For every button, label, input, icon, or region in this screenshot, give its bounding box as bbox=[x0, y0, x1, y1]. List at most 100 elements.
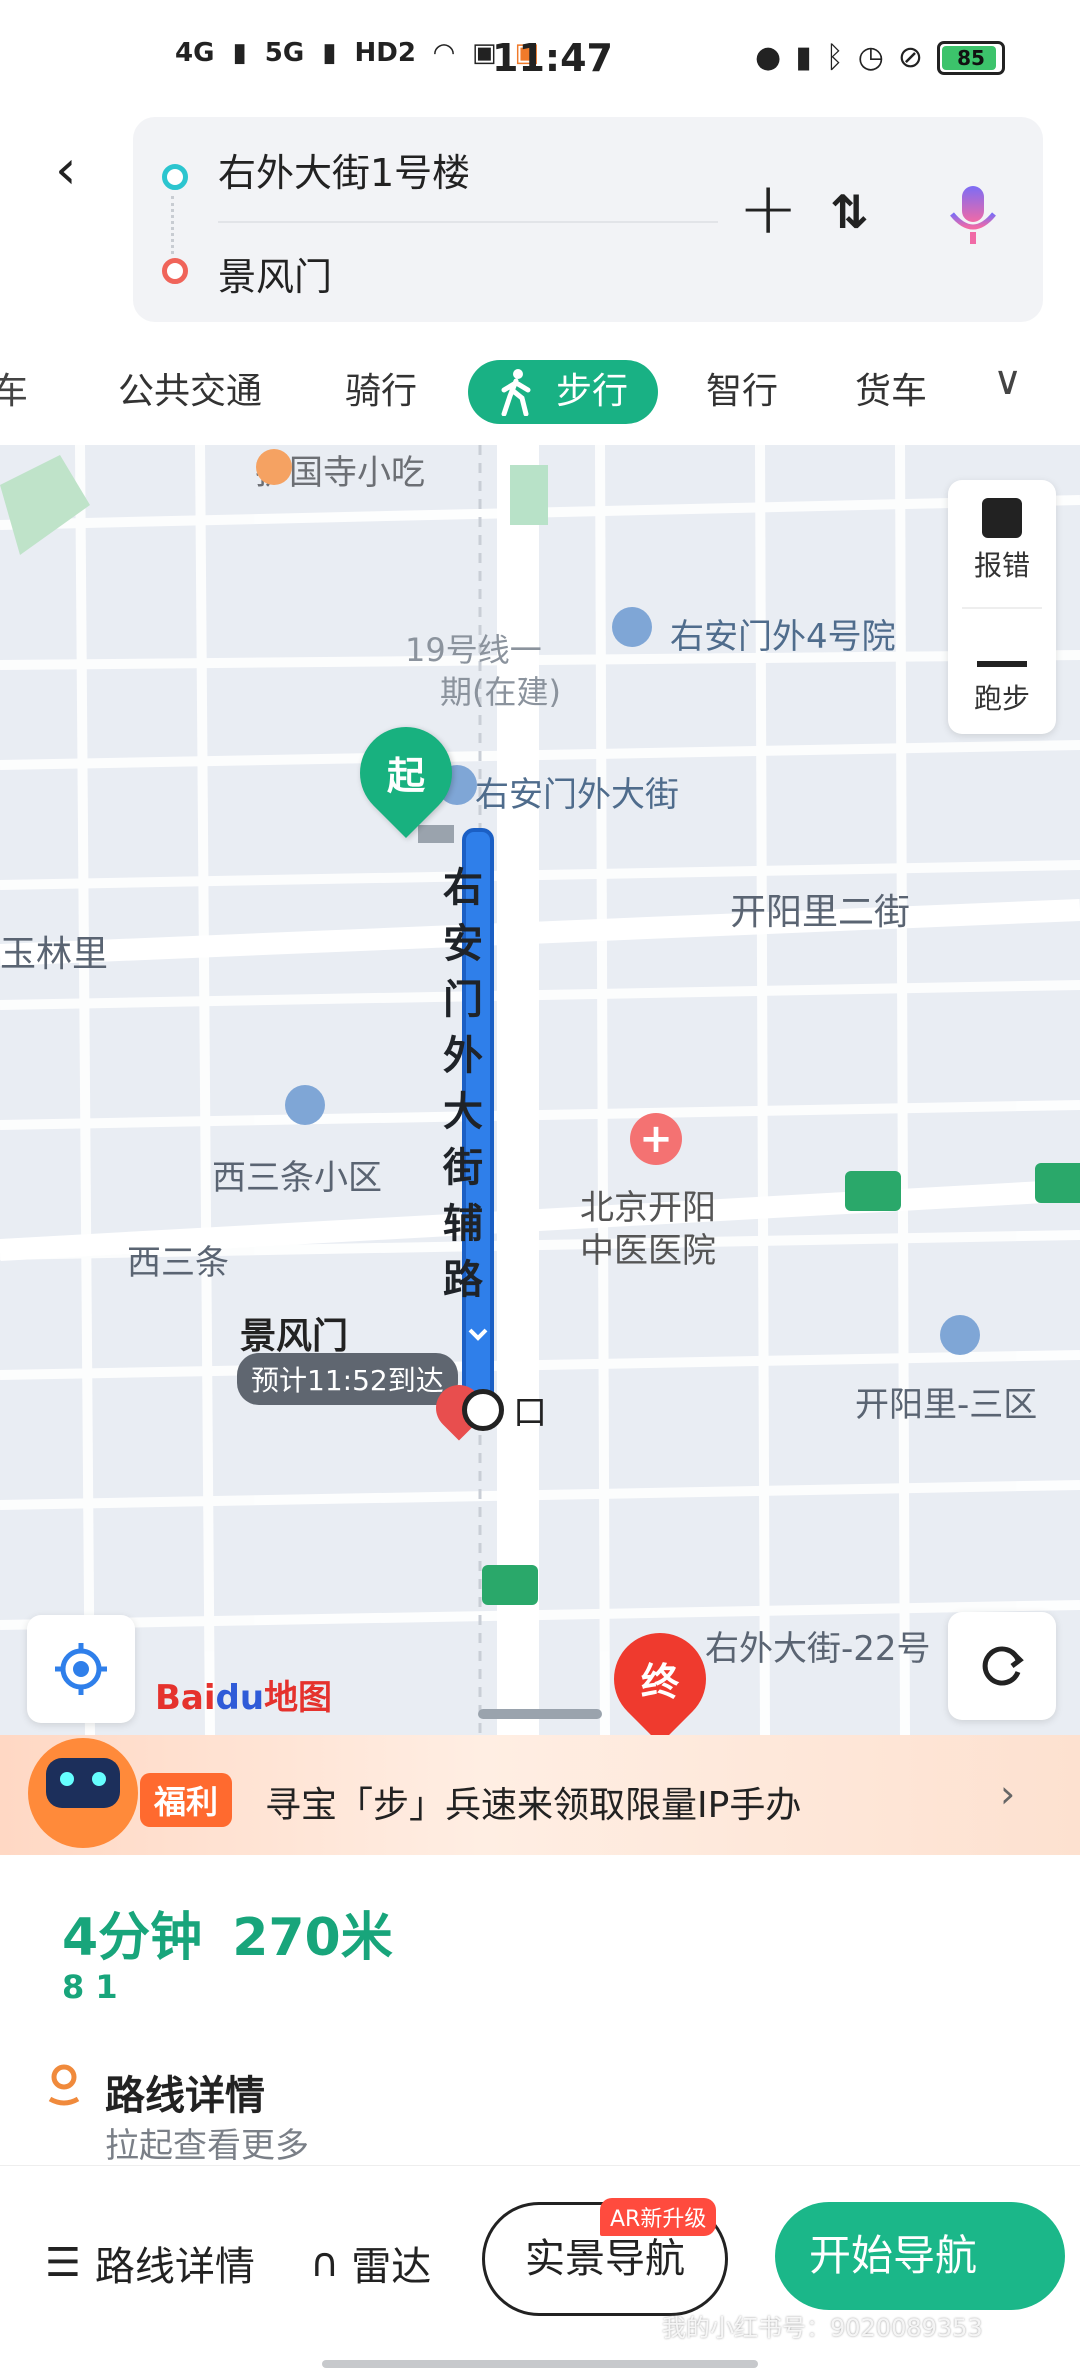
area-label: 玉林里 bbox=[0, 934, 109, 975]
start-navigation-button[interactable]: 开始导航 bbox=[775, 2202, 1065, 2310]
building-poi-icon bbox=[285, 1085, 325, 1125]
back-chevron-icon[interactable]: ‹ bbox=[55, 140, 115, 200]
end-location-field[interactable]: 景风门 bbox=[218, 246, 332, 301]
traffic-light-count: 8 1 bbox=[62, 1968, 118, 2006]
end-dot-icon bbox=[162, 258, 188, 284]
signal-icon: ▮ bbox=[322, 38, 337, 68]
walk-icon bbox=[501, 369, 531, 416]
route-connector bbox=[171, 196, 176, 254]
tab-transit[interactable]: 公共交通 bbox=[118, 360, 262, 424]
shoe-icon bbox=[977, 631, 1027, 667]
start-dot-icon bbox=[162, 164, 188, 190]
route-summary: 4分钟 270米 bbox=[62, 1895, 393, 1970]
status-bar: 4G ▮ 5G ▮ HD2 ◠ ▣ ▣ 11:47 ● ▮ ᛒ ◷ ⊘ 85 bbox=[0, 0, 1080, 120]
report-error-label: 报错 bbox=[973, 549, 1030, 582]
signal-icon: ▮ bbox=[232, 38, 247, 68]
travel-mode-tabs: 车 公共交通 骑行 步行 智行 货车 ∨ bbox=[0, 340, 1080, 440]
bus-stop-icon[interactable] bbox=[482, 1565, 538, 1605]
area-label[interactable]: 开阳里-三区 bbox=[855, 1377, 1037, 1426]
distance: 270米 bbox=[232, 1908, 393, 1968]
tab-bike[interactable]: 骑行 bbox=[345, 360, 417, 424]
ar-upgrade-badge: AR新升级 bbox=[600, 2198, 717, 2236]
mic-status-icon: ▮ bbox=[795, 40, 812, 75]
list-icon: ☰ bbox=[45, 2240, 81, 2286]
radar-button[interactable]: ∩ 雷达 bbox=[310, 2234, 431, 2292]
alarm-icon: ◷ bbox=[857, 40, 884, 75]
tab-car[interactable]: 车 bbox=[0, 360, 28, 424]
tab-smart[interactable]: 智行 bbox=[706, 360, 778, 424]
radar-icon: ∩ bbox=[310, 2240, 340, 2286]
route-detail-title[interactable]: 路线详情 bbox=[105, 2063, 265, 2121]
metro-line-label-2: 期(在建) bbox=[440, 673, 561, 711]
network-5g-label: 5G bbox=[264, 38, 305, 68]
sheet-drag-handle[interactable] bbox=[478, 1709, 602, 1719]
poi-label: 口 bbox=[513, 1393, 547, 1433]
wifi-icon: ◠ bbox=[433, 38, 454, 68]
run-button[interactable]: 跑步 bbox=[948, 625, 1056, 717]
poi-label[interactable]: 右安门外4号院 bbox=[670, 609, 896, 658]
add-waypoint-icon[interactable]: + bbox=[738, 172, 798, 244]
tab-walk[interactable]: 步行 bbox=[468, 360, 659, 424]
building-poi-icon bbox=[940, 1315, 980, 1355]
bus-stop-icon[interactable] bbox=[845, 1171, 901, 1211]
route-detail-hint: 拉起查看更多 bbox=[105, 2126, 309, 2166]
metro-line-label: 19号线一 bbox=[405, 631, 542, 669]
food-poi-icon bbox=[256, 449, 292, 485]
destination-label: 景风门 bbox=[240, 1316, 349, 1357]
edit-icon bbox=[982, 498, 1022, 538]
road-label: 西三条 bbox=[127, 1243, 229, 1283]
locate-button[interactable] bbox=[27, 1615, 135, 1723]
swap-route-icon[interactable]: ⇅ bbox=[830, 185, 869, 239]
chevron-right-icon[interactable]: › bbox=[1000, 1772, 1015, 1816]
start-marker-label: 起 bbox=[386, 754, 425, 798]
system-indicators: ● ▮ ᛒ ◷ ⊘ 85 bbox=[755, 40, 1006, 75]
bluetooth-icon: ᛒ bbox=[825, 40, 844, 75]
watermark: 我的小红书号：9020089353 bbox=[662, 2314, 983, 2342]
building-poi-icon bbox=[612, 607, 652, 647]
mascot-robot-icon bbox=[28, 1738, 138, 1848]
eta-tooltip: 预计11:52到达 bbox=[237, 1353, 458, 1405]
field-divider bbox=[218, 221, 718, 223]
traffic-light-value: 1 bbox=[95, 1968, 118, 2006]
end-marker-label: 终 bbox=[640, 1660, 679, 1704]
destination-point-icon bbox=[462, 1389, 504, 1431]
duration: 4分钟 bbox=[62, 1908, 203, 1968]
network-4g-label: 4G bbox=[175, 38, 215, 68]
locate-icon bbox=[55, 1643, 107, 1695]
road-label: 开阳里二街 bbox=[730, 892, 911, 933]
route-road-label: 右安门外大街辅路 bbox=[443, 865, 483, 1303]
route-pin-icon bbox=[46, 2063, 82, 2111]
location-icon: ● bbox=[755, 40, 782, 75]
home-indicator[interactable] bbox=[322, 2360, 758, 2368]
tab-truck[interactable]: 货车 bbox=[855, 360, 927, 424]
traffic-light-icon: 8 bbox=[62, 1968, 85, 2006]
hospital-icon: + bbox=[630, 1113, 682, 1165]
refresh-icon bbox=[982, 1646, 1024, 1686]
poi-label[interactable]: 右安门外大街 bbox=[475, 767, 679, 816]
hospital-label[interactable]: 北京开阳 bbox=[580, 1180, 716, 1229]
hospital-label-2[interactable]: 中医医院 bbox=[580, 1223, 716, 1272]
hd-label: HD2 bbox=[354, 38, 416, 68]
baidu-map-logo: Baidu地图 bbox=[155, 1678, 333, 1718]
signal-indicators: 4G ▮ 5G ▮ HD2 ◠ ▣ ▣ bbox=[175, 38, 539, 68]
more-modes-chevron-icon[interactable]: ∨ bbox=[993, 358, 1022, 404]
promo-badge: 福利 bbox=[140, 1773, 233, 1827]
start-location-field[interactable]: 右外大街1号楼 bbox=[218, 142, 470, 197]
report-error-button[interactable]: 报错 bbox=[948, 498, 1056, 584]
voice-input-icon[interactable] bbox=[938, 180, 1008, 250]
status-time: 11:47 bbox=[492, 36, 613, 80]
promo-text: 寻宝「步」兵速来领取限量IP手办 bbox=[265, 1785, 802, 1826]
map-tools-card: 报错 跑步 bbox=[948, 480, 1056, 734]
route-detail-button[interactable]: ☰ 路线详情 bbox=[45, 2234, 255, 2292]
mute-icon: ⊘ bbox=[897, 40, 924, 75]
tab-walk-label: 步行 bbox=[556, 371, 629, 412]
map-view[interactable]: 护国寺小吃 19号线一 期(在建) 右安门外4号院 右安门外大街 起 右安门外大… bbox=[0, 445, 1080, 1735]
area-label[interactable]: 西三条小区 bbox=[212, 1150, 382, 1199]
refresh-route-button[interactable] bbox=[948, 1612, 1056, 1720]
route-detail-label: 路线详情 bbox=[94, 2244, 255, 2290]
battery-level: 85 bbox=[957, 45, 985, 70]
poi-label[interactable]: 右外大街-22号 bbox=[705, 1621, 931, 1670]
bus-stop-icon[interactable] bbox=[1035, 1163, 1080, 1203]
radar-label: 雷达 bbox=[351, 2244, 432, 2290]
battery-icon: 85 bbox=[937, 40, 1006, 75]
